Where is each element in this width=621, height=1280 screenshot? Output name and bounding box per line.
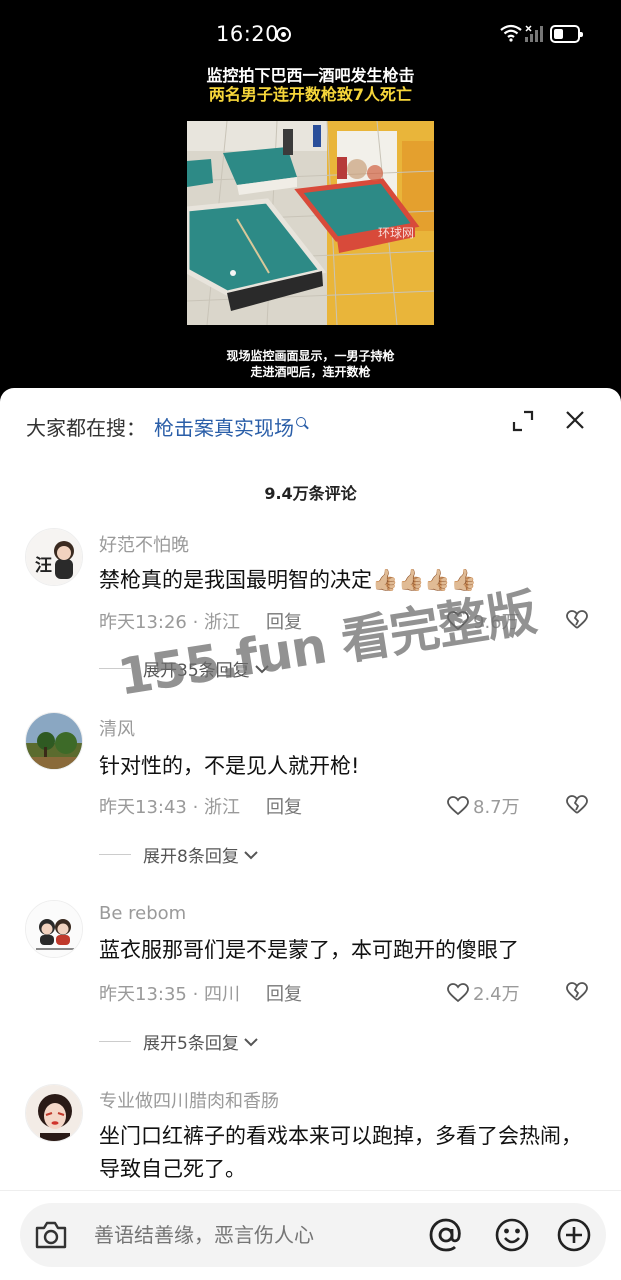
fullscreen-icon[interactable] bbox=[512, 410, 534, 432]
chevron-down-icon bbox=[244, 1037, 258, 1046]
comment-input-box[interactable] bbox=[20, 1203, 606, 1267]
video-caption-line1: 现场监控画面显示，一男子持枪 bbox=[226, 349, 395, 363]
wifi-icon bbox=[500, 24, 522, 42]
comment-count: 9.4万条评论 bbox=[264, 484, 357, 503]
comment-username[interactable]: 好范不怕晚 bbox=[99, 531, 189, 557]
video-title-line2: 两名男子连开数枪致7人死亡 bbox=[208, 85, 413, 104]
video-caption: 现场监控画面显示，一男子持枪 走进酒吧后，连开数枪 bbox=[0, 348, 621, 380]
signal-icon bbox=[525, 25, 543, 42]
comment-meta: 昨天13:43 · 浙江 回复 bbox=[99, 793, 302, 819]
trending-search[interactable]: 大家都在搜： 枪击案真实现场 bbox=[26, 412, 306, 441]
trending-search-term[interactable]: 枪击案真实现场 bbox=[154, 416, 294, 440]
like-count: 2.4万 bbox=[473, 984, 520, 1005]
like-button[interactable]: 2.4万 bbox=[447, 980, 520, 1006]
chevron-down-icon bbox=[244, 850, 258, 859]
avatar[interactable] bbox=[25, 1084, 83, 1142]
battery-icon bbox=[550, 25, 583, 43]
broken-heart-icon[interactable] bbox=[566, 981, 588, 1003]
comment-location: 四川 bbox=[204, 984, 241, 1005]
avatar-text: 汪 bbox=[35, 556, 52, 576]
at-mention-icon[interactable] bbox=[428, 1217, 464, 1253]
broken-heart-icon[interactable] bbox=[566, 609, 588, 631]
search-icon bbox=[296, 417, 306, 427]
emoji-icon[interactable] bbox=[494, 1217, 530, 1253]
expand-replies[interactable]: 展开8条回复 bbox=[99, 842, 259, 867]
meta-separator: · bbox=[186, 984, 205, 1005]
comment-text: 坐门口红裤子的看戏本来可以跑掉，多看了会热闹，导致自己死了。 bbox=[99, 1124, 582, 1181]
plus-icon[interactable] bbox=[556, 1217, 592, 1253]
camera-icon[interactable] bbox=[34, 1219, 68, 1251]
status-bar: 16:20 bbox=[0, 0, 621, 58]
trending-search-label: 大家都在搜： bbox=[26, 416, 146, 440]
heart-icon bbox=[447, 983, 469, 1003]
expand-replies-label: 展开5条回复 bbox=[143, 1034, 239, 1054]
comment-username[interactable]: 专业做四川腊肉和香肠 bbox=[99, 1087, 279, 1113]
reply-button[interactable]: 回复 bbox=[266, 797, 302, 818]
reply-button[interactable]: 回复 bbox=[266, 984, 302, 1005]
meta-separator: · bbox=[186, 797, 205, 818]
expand-replies[interactable]: 展开5条回复 bbox=[99, 1029, 259, 1054]
comment-text: 蓝衣服那哥们是不是蒙了，本可跑开的傻眼了 bbox=[99, 938, 519, 962]
comment-username[interactable]: 清风 bbox=[99, 715, 135, 741]
video-player[interactable]: 监控拍下巴西一酒吧发生枪击 两名男子连开数枪致7人死亡 环球网 现场监控画面显示… bbox=[0, 58, 621, 393]
comment-time: 昨天13:43 bbox=[99, 797, 187, 818]
broken-heart-icon[interactable] bbox=[566, 794, 588, 816]
avatar[interactable] bbox=[25, 900, 83, 958]
comment-input[interactable] bbox=[94, 1223, 394, 1247]
comment-username[interactable]: Be rebom bbox=[99, 903, 186, 924]
comment-text: 针对性的，不是见人就开枪! bbox=[99, 754, 360, 778]
status-time: 16:20 bbox=[216, 22, 280, 46]
video-frame: 环球网 bbox=[187, 121, 434, 325]
avatar[interactable] bbox=[25, 712, 83, 770]
video-caption-line2: 走进酒吧后，连开数枪 bbox=[250, 365, 371, 379]
expand-replies-label: 展开8条回复 bbox=[143, 847, 239, 867]
cctv-scene-image bbox=[187, 121, 434, 325]
heart-icon bbox=[447, 796, 469, 816]
close-icon[interactable] bbox=[565, 410, 585, 430]
like-count: 8.7万 bbox=[473, 797, 520, 818]
like-button[interactable]: 8.7万 bbox=[447, 793, 520, 819]
location-icon bbox=[276, 27, 291, 42]
comment-time: 昨天13:35 bbox=[99, 984, 187, 1005]
comment-meta: 昨天13:35 · 四川 回复 bbox=[99, 980, 302, 1006]
comment-input-bar bbox=[0, 1190, 621, 1280]
comment-sheet: 大家都在搜： 枪击案真实现场 9.4万条评论 汪 好范不怕晚 禁枪真的是我国最明智… bbox=[0, 388, 621, 1280]
source-watermark: 环球网 bbox=[378, 226, 415, 240]
avatar[interactable]: 汪 bbox=[25, 528, 83, 586]
comment-location: 浙江 bbox=[204, 797, 241, 818]
